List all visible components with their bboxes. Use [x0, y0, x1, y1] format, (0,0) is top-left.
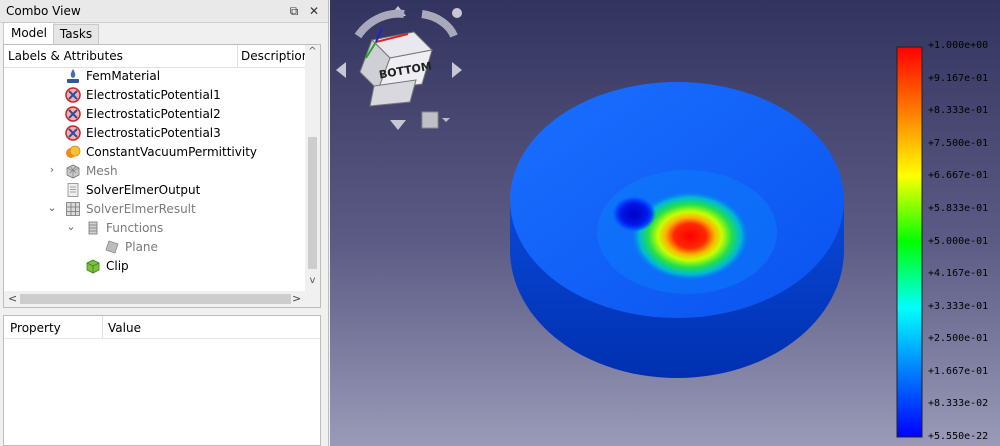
legend-value-label: +5.000e-01: [928, 235, 989, 247]
property-view[interactable]: Property Value: [3, 315, 321, 446]
legend-value-label: +4.167e-01: [928, 268, 989, 280]
scroll-thumb[interactable]: [308, 137, 317, 269]
tree-item-electrostaticpotential1[interactable]: ElectrostaticPotential1: [4, 86, 304, 105]
document-icon: [67, 183, 79, 197]
tree-item-plane[interactable]: Plane: [4, 238, 304, 257]
constant-icon: [66, 145, 81, 158]
tab-tasks[interactable]: Tasks: [53, 24, 99, 44]
legend-value-label: +1.667e-01: [928, 365, 989, 377]
property-header[interactable]: Property: [10, 321, 61, 335]
tree-header: Labels & Attributes Description: [4, 45, 320, 68]
combo-view-title: Combo View: [6, 4, 81, 18]
tree-item-solverelmeroutput[interactable]: SolverElmerOutput: [4, 181, 304, 200]
tree-item-constantvacuumpermittivity[interactable]: ConstantVacuumPermittivity: [4, 143, 304, 162]
legend-value-label: +6.667e-01: [928, 170, 989, 182]
value-header[interactable]: Value: [108, 321, 141, 335]
tree-item-label: ElectrostaticPotential3: [86, 126, 221, 140]
legend-value-label: +9.167e-01: [928, 72, 989, 84]
plane-icon: [105, 240, 119, 254]
combo-view-panel: Combo View ⧉ ✕ Model Tasks Labels & Attr…: [0, 0, 329, 446]
combo-view-titlebar: Combo View ⧉ ✕: [0, 0, 328, 23]
color-legend-bar: [896, 46, 923, 438]
clip-icon: [86, 259, 100, 274]
navigation-cube[interactable]: BOTTOM: [336, 6, 462, 130]
tree-item-solverelmerresult[interactable]: ⌄ SolverElmerResult: [4, 200, 304, 219]
tab-model[interactable]: Model: [3, 22, 55, 45]
fem-result-render[interactable]: BOTTOM: [330, 0, 1000, 446]
tree-item-label: SolverElmerOutput: [86, 183, 201, 197]
tree-item-label: Mesh: [86, 164, 118, 178]
fem-material-icon: [67, 69, 79, 83]
model-tree[interactable]: Labels & Attributes Description FemMater…: [3, 44, 321, 308]
scroll-down-icon[interactable]: v: [305, 275, 320, 286]
scroll-right-icon[interactable]: >: [292, 292, 301, 305]
close-icon[interactable]: ✕: [306, 3, 322, 19]
mesh-icon: [66, 164, 80, 179]
legend-value-label: +2.500e-01: [928, 333, 989, 345]
legend-value-label: +5.550e-22: [928, 431, 989, 442]
tree-header-labels[interactable]: Labels & Attributes: [8, 49, 123, 63]
tree-item-label: Clip: [106, 259, 129, 273]
rotate-right-icon[interactable]: [421, 10, 458, 38]
tree-item-label: ElectrostaticPotential1: [86, 88, 221, 102]
tree-horizontal-scrollbar[interactable]: < >: [4, 291, 320, 307]
arrow-down-icon[interactable]: [390, 120, 406, 130]
low-potential-region: [612, 196, 656, 232]
tree-item-label: FemMaterial: [86, 69, 161, 83]
collapse-icon[interactable]: ⌄: [46, 201, 58, 214]
tree-item-femmaterial[interactable]: FemMaterial: [4, 67, 304, 86]
tree-vertical-scrollbar[interactable]: ^ v: [305, 45, 320, 291]
constraint-icon: [65, 106, 81, 122]
tree-item-label: Plane: [125, 240, 158, 254]
legend-value-label: +1.000e+00: [928, 40, 989, 51]
tree-item-clip[interactable]: Clip: [4, 257, 304, 276]
tab-bar: Model Tasks: [0, 22, 328, 45]
legend-value-label: +8.333e-02: [928, 398, 989, 410]
tree-item-electrostaticpotential2[interactable]: ElectrostaticPotential2: [4, 105, 304, 124]
tree-item-functions[interactable]: ⌄ Functions: [4, 219, 304, 238]
legend-value-label: +7.500e-01: [928, 137, 989, 149]
tree-item-label: ElectrostaticPotential2: [86, 107, 221, 121]
scroll-up-icon[interactable]: ^: [305, 46, 320, 57]
view-menu-icon[interactable]: [452, 8, 462, 18]
functions-icon: [88, 221, 98, 235]
result-grid-icon: [66, 202, 80, 216]
tree-header-description[interactable]: Description: [241, 49, 309, 63]
collapse-icon[interactable]: ⌄: [65, 220, 77, 233]
arrow-left-icon[interactable]: [336, 62, 346, 78]
tree-item-label: ConstantVacuumPermittivity: [86, 145, 257, 159]
constraint-icon: [65, 125, 81, 141]
tree-item-electrostaticpotential3[interactable]: ElectrostaticPotential3: [4, 124, 304, 143]
scroll-left-icon[interactable]: <: [8, 292, 17, 305]
expand-icon[interactable]: ›: [46, 163, 58, 176]
cube-menu-icon[interactable]: [442, 118, 450, 122]
legend-value-label: +5.833e-01: [928, 202, 989, 214]
float-icon[interactable]: ⧉: [286, 3, 302, 19]
small-cube-icon[interactable]: [421, 111, 439, 129]
3d-viewport[interactable]: BOTTOM +1.000e+00 +9.167e-01 +8.333e-01 +7.…: [330, 0, 1000, 446]
constraint-icon: [65, 87, 81, 103]
tree-item-label: SolverElmerResult: [86, 202, 196, 216]
arrow-right-icon[interactable]: [452, 62, 462, 78]
scroll-thumb[interactable]: [20, 294, 291, 304]
tree-item-label: Functions: [106, 221, 164, 235]
tree-item-mesh[interactable]: › Mesh: [4, 162, 304, 181]
legend-value-label: +3.333e-01: [928, 300, 989, 312]
legend-value-label: +8.333e-01: [928, 105, 989, 117]
